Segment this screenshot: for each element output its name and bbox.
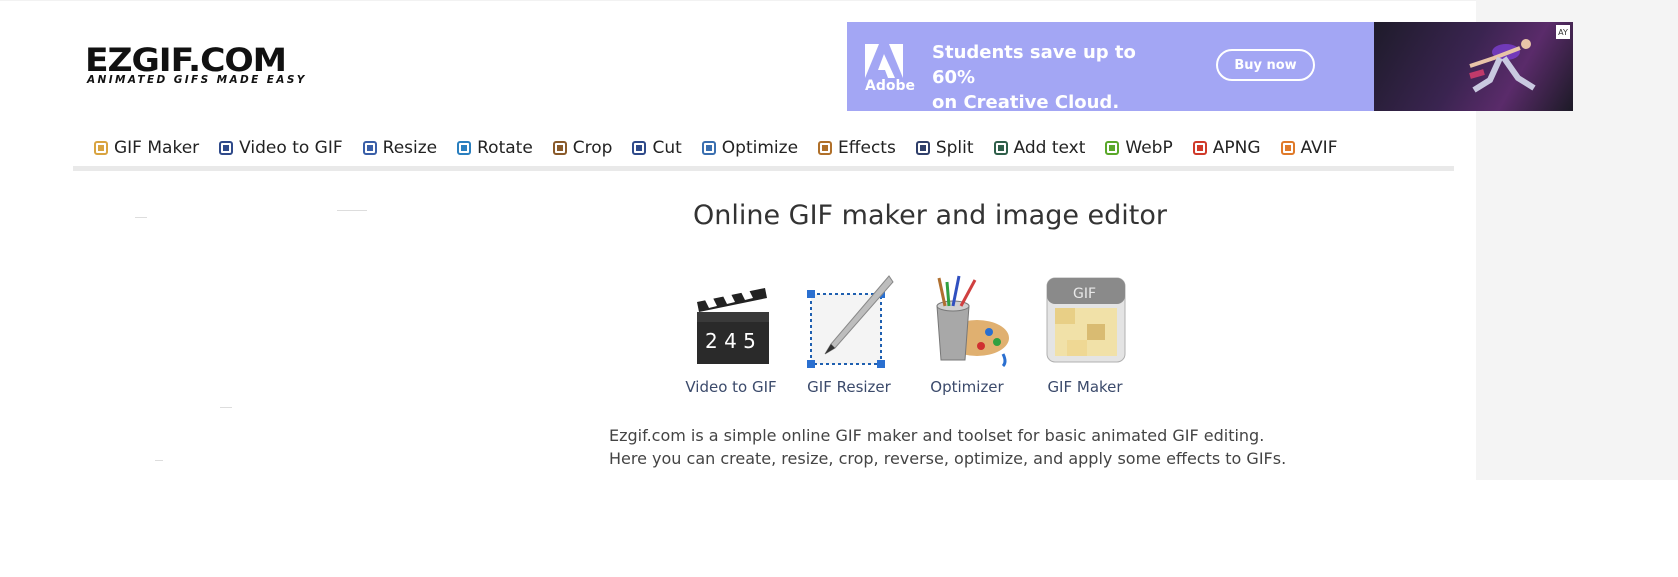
site-logo[interactable]: EZGIF.COM ANIMATED GIFS MADE EASY (85, 44, 315, 88)
faint-divider (135, 217, 147, 218)
nav-item-video-to-gif[interactable]: Video to GIF (218, 136, 343, 160)
gif-file-icon: GIF (1046, 277, 1126, 363)
logo-tagline: ANIMATED GIFS MADE EASY (87, 74, 307, 86)
ad-banner[interactable]: Adobe Students save up to 60% on Creativ… (847, 22, 1573, 111)
tool-shortcuts: 2 4 5 Video to GIF GIF Resizer Optimizer… (676, 272, 1146, 402)
nav-item-label: Optimize (721, 138, 799, 158)
resizer-icon (807, 275, 894, 368)
nav-item-split[interactable]: Split (915, 136, 974, 160)
page-title: Online GIF maker and image editor (692, 200, 1167, 231)
nav-item-label: WebP (1125, 138, 1173, 158)
nav-item-apng[interactable]: APNG (1192, 136, 1261, 160)
faint-divider (220, 407, 232, 408)
nav-item-add-text[interactable]: Add text (993, 136, 1086, 160)
webp-icon (1104, 140, 1120, 156)
nav-item-label: Crop (572, 138, 613, 158)
nav-item-rotate[interactable]: Rotate (456, 136, 533, 160)
nav-list: GIF Maker Video to GIF Resize Rotate Crop Cut… (93, 136, 1356, 160)
tool-label[interactable]: GIF Resizer (794, 378, 904, 396)
nav-item-effects[interactable]: Effects (817, 136, 896, 160)
tool-label[interactable]: Optimizer (912, 378, 1022, 396)
optimize-icon (701, 140, 717, 156)
clapper-digits: 2 4 5 (705, 329, 756, 353)
nav-item-label: Rotate (477, 138, 533, 158)
description-line-2: Here you can create, resize, crop, rever… (609, 449, 1287, 468)
nav-item-cut[interactable]: Cut (631, 136, 682, 160)
ad-choices-icon[interactable]: AY (1556, 25, 1570, 39)
ad-buy-now-button[interactable]: Buy now (1216, 49, 1315, 81)
ad-brand-label: Adobe (865, 78, 915, 94)
nav-item-label: Cut (652, 138, 682, 158)
gif-maker-icon (93, 140, 109, 156)
tool-optimizer[interactable]: Optimizer (912, 272, 1022, 396)
faint-divider (155, 460, 163, 461)
split-icon (915, 140, 931, 156)
nav-item-webp[interactable]: WebP (1104, 136, 1173, 160)
site-description: Ezgif.com is a simple online GIF maker a… (609, 424, 1309, 470)
rotate-icon (456, 140, 472, 156)
nav-item-label: Add text (1013, 138, 1086, 158)
description-line-1: Ezgif.com is a simple online GIF maker a… (609, 426, 1265, 445)
faint-divider (337, 210, 367, 211)
video-icon (218, 140, 234, 156)
nav-item-crop[interactable]: Crop (552, 136, 613, 160)
nav-item-label: GIF Maker (114, 138, 200, 158)
top-border (0, 0, 1476, 1)
nav-item-label: Resize (382, 138, 438, 158)
resize-icon (362, 140, 378, 156)
tool-label[interactable]: GIF Maker (1030, 378, 1140, 396)
ad-headline: Students save up to 60% on Creative Clou… (932, 40, 1172, 111)
nav-item-label: APNG (1212, 138, 1261, 158)
tool-label[interactable]: Video to GIF (676, 378, 786, 396)
logo-wordmark: EZGIF.COM (85, 41, 287, 79)
ad-headline-line2: on Creative Cloud. (932, 92, 1120, 111)
avif-icon (1280, 140, 1296, 156)
tool-gif-resizer[interactable]: GIF Resizer (794, 272, 904, 396)
gif-badge: GIF (1073, 286, 1096, 302)
nav-item-resize[interactable]: Resize (362, 136, 437, 160)
cut-icon (631, 140, 647, 156)
nav-item-label: Video to GIF (239, 138, 343, 158)
nav-item-gif-maker[interactable]: GIF Maker (93, 136, 199, 160)
nav-item-optimize[interactable]: Optimize (701, 136, 798, 160)
ad-headline-line1: Students save up to 60% (932, 42, 1136, 88)
paint-bucket-icon (936, 275, 1009, 368)
clapperboard-icon: 2 4 5 (697, 288, 769, 364)
tool-video-to-gif[interactable]: 2 4 5 Video to GIF (676, 272, 786, 396)
dancer-figure-icon (1469, 39, 1536, 93)
nav-item-label: Split (935, 138, 974, 158)
tool-gif-maker[interactable]: GIF GIF Maker (1030, 272, 1140, 396)
nav-item-label: Effects (838, 138, 896, 158)
add-text-icon (993, 140, 1009, 156)
nav-item-avif[interactable]: AVIF (1280, 136, 1338, 160)
crop-icon (552, 140, 568, 156)
ad-photo: AY (1374, 22, 1573, 111)
apng-icon (1192, 140, 1208, 156)
main-nav: GIF Maker Video to GIF Resize Rotate Crop Cut… (73, 130, 1454, 171)
nav-item-label: AVIF (1300, 138, 1338, 158)
effects-icon (817, 140, 833, 156)
